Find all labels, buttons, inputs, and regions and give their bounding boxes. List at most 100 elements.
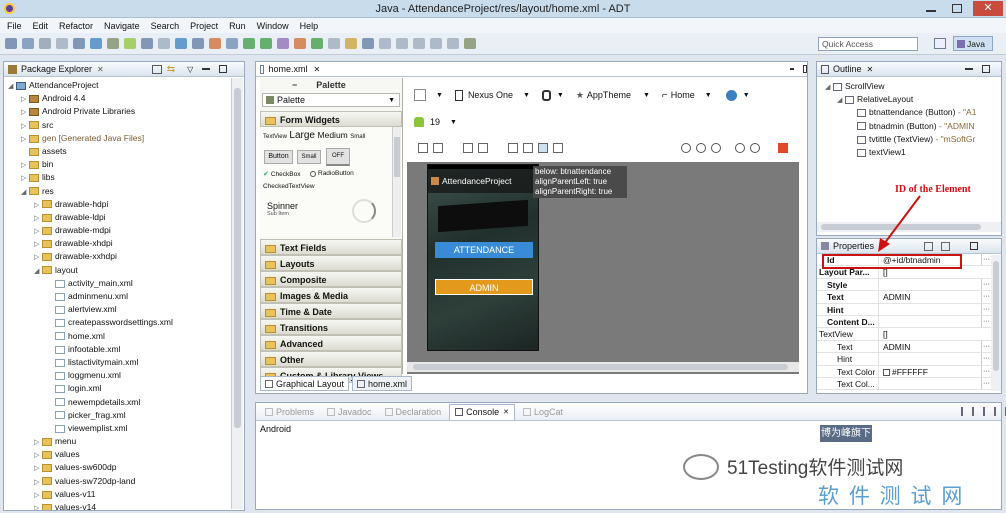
menu-window[interactable]: Window: [257, 21, 289, 31]
package-tree-item[interactable]: ▷ gen [Generated Java Files]: [4, 132, 232, 145]
property-edit-button[interactable]: ···: [981, 303, 991, 315]
menu-project[interactable]: Project: [190, 21, 218, 31]
collapsed-arrow-icon[interactable]: ▷: [34, 199, 42, 212]
package-explorer-scrollbar[interactable]: [231, 78, 243, 509]
maximize-button[interactable]: [952, 4, 962, 13]
minimize-editor-icon[interactable]: [790, 68, 794, 70]
console-tab[interactable]: Console ✕: [449, 403, 515, 420]
toolbar-button-icon[interactable]: [362, 38, 374, 49]
toolbar-button-icon[interactable]: [260, 38, 272, 49]
console-tab[interactable]: Javadoc: [322, 404, 377, 420]
package-tree-item[interactable]: ▷ values: [4, 448, 232, 461]
console-display-icon[interactable]: [961, 407, 964, 416]
open-perspective-icon[interactable]: [934, 38, 946, 49]
maximize-outline-icon[interactable]: [982, 65, 991, 73]
palette-scrollbar[interactable]: [392, 127, 401, 237]
package-tree-item[interactable]: ◢ AttendanceProject: [4, 79, 232, 92]
outline-item[interactable]: btnattendance (Button) - "A1: [817, 106, 1001, 119]
property-edit-button[interactable]: ···: [981, 377, 991, 390]
property-edit-button[interactable]: ···: [981, 365, 991, 377]
expanded-arrow-icon[interactable]: ◢: [34, 265, 42, 278]
link-editor-icon[interactable]: ⇆: [167, 64, 175, 75]
package-tree-item[interactable]: ▷ drawable-mdpi: [4, 224, 232, 237]
collapsed-arrow-icon[interactable]: ▷: [21, 133, 29, 146]
zoom-icon[interactable]: [711, 143, 721, 153]
collapsed-arrow-icon[interactable]: ▷: [34, 251, 42, 264]
toolbar-button-icon[interactable]: [328, 38, 340, 49]
package-tree-item[interactable]: ▷ values-sw600dp: [4, 461, 232, 474]
palette-category[interactable]: Layouts: [260, 255, 402, 271]
minimize-outline-icon[interactable]: [965, 68, 974, 70]
menu-edit[interactable]: Edit: [33, 21, 49, 31]
maximize-editor-icon[interactable]: [802, 65, 807, 73]
outline-item[interactable]: ◢ RelativeLayout: [817, 93, 1001, 106]
locale-globe-icon[interactable]: [725, 89, 737, 101]
collapsed-arrow-icon[interactable]: ▷: [34, 476, 42, 489]
design-canvas[interactable]: AttendanceProject ATTENDANCE ADMIN below…: [407, 162, 799, 374]
properties-scroll-thumb[interactable]: [993, 261, 999, 371]
toolbar-button-icon[interactable]: [124, 38, 136, 49]
close-outline-icon[interactable]: ✕: [867, 65, 874, 74]
textview-sample[interactable]: TextView Large Medium Small: [263, 130, 365, 141]
toolbar-button-icon[interactable]: [39, 38, 51, 49]
property-edit-button[interactable]: ···: [981, 278, 991, 291]
toolbar-button-icon[interactable]: [294, 38, 306, 49]
scrollbar-thumb[interactable]: [234, 88, 241, 428]
layout-action-icon[interactable]: [553, 143, 563, 153]
layout-file-icon[interactable]: [414, 89, 426, 101]
menu-navigate[interactable]: Navigate: [104, 21, 140, 31]
toolbar-button-icon[interactable]: [277, 38, 289, 49]
close-tab-icon[interactable]: ✕: [97, 65, 104, 74]
outline-item[interactable]: textView1: [817, 146, 1001, 159]
title-textview[interactable]: [438, 199, 528, 233]
radio-sample[interactable]: RadioButton: [310, 170, 354, 177]
package-tree-item[interactable]: ▷ Android 4.4: [4, 92, 232, 105]
package-explorer-tab[interactable]: Package Explorer ✕ ⇆ ▽: [4, 62, 244, 77]
toolbar-button-icon[interactable]: [5, 38, 17, 49]
property-value[interactable]: [879, 304, 981, 315]
collapsed-arrow-icon[interactable]: ▷: [34, 462, 42, 475]
package-tree-item[interactable]: ▷ values-sw720dp-land: [4, 475, 232, 488]
property-value[interactable]: [879, 353, 981, 364]
toolbar-button-icon[interactable]: [413, 38, 425, 49]
toolbar-button-icon[interactable]: [175, 38, 187, 49]
palette-category[interactable]: Advanced: [260, 335, 402, 351]
property-value[interactable]: [879, 316, 981, 327]
property-row[interactable]: Text Color #FFFFFF ···: [817, 365, 991, 378]
palette-category[interactable]: Text Fields: [260, 239, 402, 255]
view-menu-icon[interactable]: ▽: [187, 65, 193, 74]
activity-select[interactable]: Home: [671, 90, 695, 100]
menu-file[interactable]: File: [7, 21, 22, 31]
package-tree-item[interactable]: ▷ drawable-ldpi: [4, 211, 232, 224]
package-tree-item[interactable]: newempdetails.xml: [4, 396, 232, 409]
package-tree-item[interactable]: ◢ layout: [4, 264, 232, 277]
package-tree-item[interactable]: adminmenu.xml: [4, 290, 232, 303]
property-row[interactable]: Text Col... ···: [817, 377, 991, 391]
toolbar-button-icon[interactable]: [107, 38, 119, 49]
maximize-view-icon[interactable]: [219, 65, 228, 73]
toolbar-button-icon[interactable]: [192, 38, 204, 49]
layout-action-icon[interactable]: [523, 143, 533, 153]
zoom-fit-icon[interactable]: [681, 143, 691, 153]
toolbar-button-icon[interactable]: [56, 38, 68, 49]
properties-toolbar-icon[interactable]: [941, 241, 951, 251]
java-perspective-button[interactable]: Java: [953, 36, 993, 51]
package-tree-item[interactable]: ▷ drawable-hdpi: [4, 198, 232, 211]
package-tree-item[interactable]: ▷ values-v11: [4, 488, 232, 501]
package-tree-item[interactable]: ▷ menu: [4, 435, 232, 448]
property-row[interactable]: Hint ···: [817, 303, 991, 316]
toolbar-button-icon[interactable]: [141, 38, 153, 49]
toolbar-button-icon[interactable]: [464, 38, 476, 49]
property-row[interactable]: Text ADMIN ···: [817, 340, 991, 354]
palette-scroll-thumb[interactable]: [394, 137, 400, 177]
palette-category[interactable]: Images & Media: [260, 287, 402, 303]
checkbox-sample[interactable]: ✔ CheckBox: [263, 170, 301, 179]
orientation-icon[interactable]: [541, 89, 551, 101]
package-tree-item[interactable]: loggmenu.xml: [4, 369, 232, 382]
api-level-select[interactable]: 19: [430, 117, 440, 127]
minimize-properties-icon[interactable]: [970, 242, 979, 250]
toolbar-button-icon[interactable]: [209, 38, 221, 49]
minimize-view-icon[interactable]: [202, 68, 211, 70]
package-tree-item[interactable]: ▷ drawable-xhdpi: [4, 237, 232, 250]
toolbar-button-icon[interactable]: [73, 38, 85, 49]
